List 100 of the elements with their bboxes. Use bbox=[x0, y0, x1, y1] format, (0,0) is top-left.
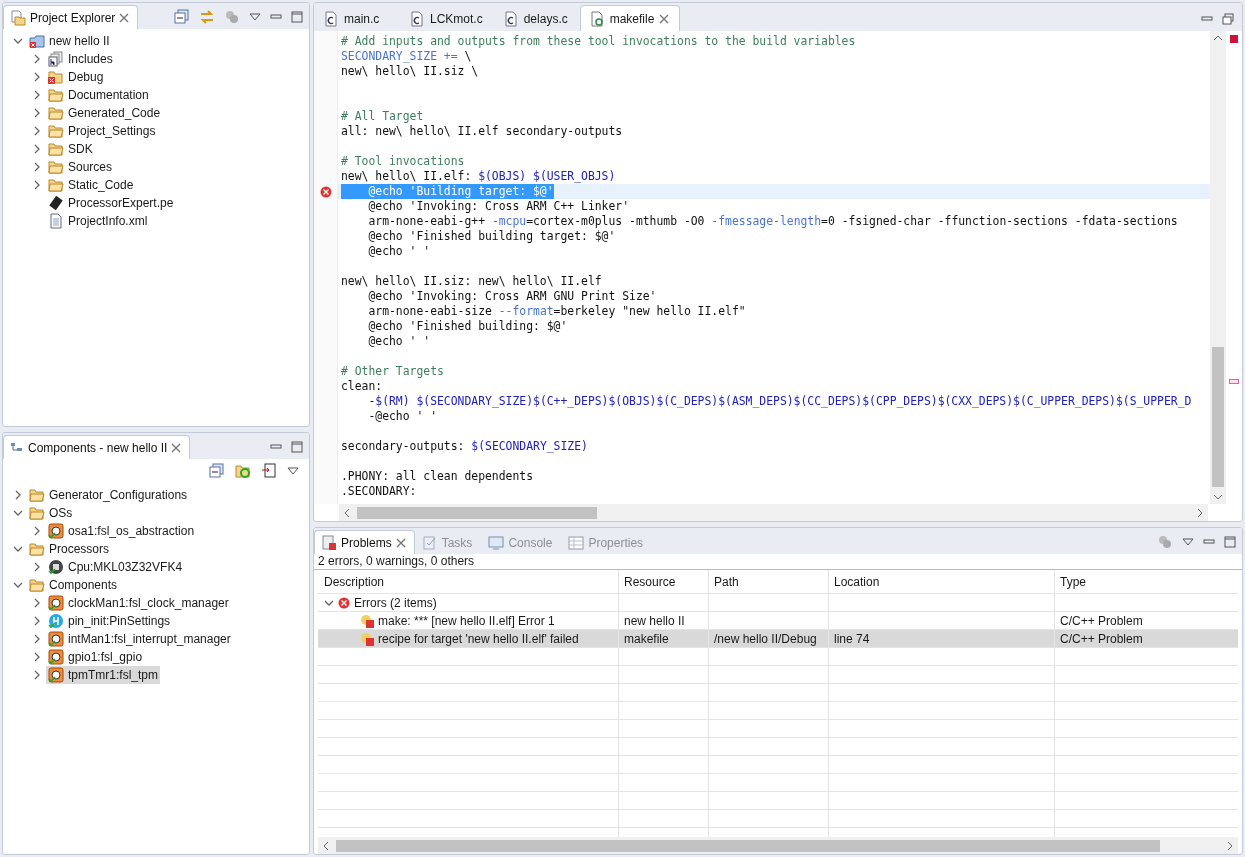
maximize-icon[interactable] bbox=[1224, 536, 1236, 548]
tree-item[interactable]: Processors bbox=[27, 540, 112, 558]
tree-item[interactable]: Project_Settings bbox=[46, 122, 158, 140]
column-header[interactable]: Location bbox=[828, 570, 1054, 594]
maximize-icon[interactable] bbox=[291, 441, 303, 453]
view-menu-icon[interactable] bbox=[287, 467, 299, 475]
expanded-chevron-icon[interactable] bbox=[13, 508, 23, 518]
collapsed-chevron-icon[interactable] bbox=[32, 144, 42, 154]
view-tab[interactable]: Problems bbox=[314, 530, 415, 554]
expanded-chevron-icon[interactable] bbox=[324, 598, 334, 608]
folder-icon bbox=[29, 541, 45, 557]
file-icon bbox=[502, 10, 519, 27]
file-icon bbox=[588, 10, 605, 27]
close-icon[interactable] bbox=[171, 442, 182, 453]
minimize-icon[interactable] bbox=[270, 442, 282, 452]
minimize-icon[interactable] bbox=[1201, 14, 1213, 24]
collapsed-chevron-icon[interactable] bbox=[32, 72, 42, 82]
refresh-folder-icon[interactable] bbox=[235, 463, 251, 479]
collapsed-chevron-icon[interactable] bbox=[32, 652, 42, 662]
close-icon[interactable] bbox=[659, 13, 670, 24]
column-header[interactable]: Resource bbox=[618, 570, 708, 594]
tree-item[interactable]: new hello II bbox=[27, 32, 112, 50]
tree-item[interactable]: Includes bbox=[46, 50, 115, 68]
column-header[interactable]: Path bbox=[708, 570, 828, 594]
problem-row[interactable]: make: *** [new hello II.elf] Error 1 new hello II C/C++ Problem bbox=[318, 612, 1238, 630]
code-line: @echo ' ' bbox=[367, 334, 431, 349]
tree-item[interactable]: Generator_Configurations bbox=[27, 486, 190, 504]
code-line: .SECONDARY: bbox=[341, 484, 417, 499]
collapsed-chevron-icon[interactable] bbox=[32, 90, 42, 100]
problem-row[interactable]: recipe for target 'new hello II.elf' failed makefile /new hello II/Debug line 74 C/C++ Problem bbox=[318, 630, 1238, 648]
occurrence-marker-icon bbox=[1229, 379, 1239, 384]
editor-tab[interactable]: LCKmot.c bbox=[400, 5, 494, 31]
column-header[interactable]: Type bbox=[1054, 570, 1238, 594]
collapsed-chevron-icon[interactable] bbox=[32, 180, 42, 190]
tree-item[interactable]: pin_init:PinSettings bbox=[46, 612, 173, 630]
code-line: .PHONY: all clean dependents bbox=[341, 469, 534, 484]
collapsed-chevron-icon[interactable] bbox=[32, 162, 42, 172]
column-header[interactable]: Description bbox=[318, 570, 618, 594]
tree-item[interactable]: Debug bbox=[46, 68, 106, 86]
collapsed-chevron-icon[interactable] bbox=[32, 634, 42, 644]
horizontal-scrollbar[interactable] bbox=[318, 837, 1238, 854]
view-menu-icon[interactable] bbox=[1182, 538, 1194, 546]
minimize-icon[interactable] bbox=[1203, 537, 1215, 547]
minimize-icon[interactable] bbox=[270, 12, 282, 22]
view-tab[interactable]: Project Explorer bbox=[3, 5, 139, 29]
tree-item[interactable]: Components bbox=[27, 576, 120, 594]
tree-item[interactable]: OSs bbox=[27, 504, 75, 522]
view-menu-icon[interactable] bbox=[249, 13, 261, 21]
tree-item[interactable]: SDK bbox=[46, 140, 95, 158]
tree-item[interactable]: Sources bbox=[46, 158, 115, 176]
collapsed-chevron-icon[interactable] bbox=[32, 562, 42, 572]
collapse-all-icon[interactable] bbox=[174, 9, 190, 25]
maximize-icon[interactable] bbox=[291, 11, 303, 23]
close-icon[interactable] bbox=[395, 537, 406, 548]
code-line: clean: bbox=[341, 379, 383, 394]
tree-item[interactable]: ProcessorExpert.pe bbox=[46, 194, 176, 212]
tree-item[interactable]: Documentation bbox=[46, 86, 151, 104]
editor-tab[interactable]: main.c bbox=[314, 5, 400, 31]
project-explorer-icon bbox=[10, 9, 26, 26]
code-line: arm-none-eabi-size --format=berkeley "new hello II.elf" bbox=[367, 304, 746, 319]
tree-item[interactable]: Cpu:MKL03Z32VFK4 bbox=[46, 558, 185, 576]
editor-tab[interactable]: delays.c bbox=[493, 5, 580, 31]
tree-item[interactable]: tpmTmr1:fsl_tpm bbox=[46, 666, 160, 684]
code-line: SECONDARY_SIZE += \ bbox=[341, 49, 472, 64]
code-line: @echo 'Finished building target: $@' bbox=[367, 229, 616, 244]
close-icon[interactable] bbox=[119, 12, 130, 23]
vertical-scrollbar[interactable] bbox=[1210, 31, 1226, 504]
tree-item[interactable]: Generated_Code bbox=[46, 104, 163, 122]
tree-item[interactable]: ProjectInfo.xml bbox=[46, 212, 150, 230]
expanded-chevron-icon[interactable] bbox=[13, 36, 23, 46]
code-line: secondary-outputs: $(SECONDARY_SIZE) bbox=[341, 439, 588, 454]
collapsed-chevron-icon[interactable] bbox=[32, 616, 42, 626]
editor-tab[interactable]: makefile bbox=[579, 5, 681, 31]
scrollbar-thumb[interactable] bbox=[1212, 347, 1224, 487]
code-line: new\ hello\ II.siz: new\ hello\ II.elf bbox=[341, 274, 602, 289]
restore-icon[interactable] bbox=[1222, 13, 1234, 25]
collapsed-chevron-icon[interactable] bbox=[13, 490, 23, 500]
project-icon bbox=[29, 33, 45, 49]
collapsed-chevron-icon[interactable] bbox=[32, 670, 42, 680]
collapsed-chevron-icon[interactable] bbox=[32, 598, 42, 608]
view-tab[interactable]: Components - new hello II bbox=[3, 435, 191, 459]
collapsed-chevron-icon[interactable] bbox=[32, 526, 42, 536]
tree-item[interactable]: osa1:fsl_os_abstraction bbox=[46, 522, 197, 540]
collapsed-chevron-icon[interactable] bbox=[32, 54, 42, 64]
horizontal-scrollbar[interactable] bbox=[339, 504, 1208, 521]
collapse-all-icon[interactable] bbox=[209, 463, 225, 479]
expanded-chevron-icon[interactable] bbox=[13, 544, 23, 554]
folder-icon bbox=[48, 105, 64, 121]
scrollbar-thumb[interactable] bbox=[357, 506, 597, 519]
expanded-chevron-icon[interactable] bbox=[13, 580, 23, 590]
tree-item[interactable]: intMan1:fsl_interrupt_manager bbox=[46, 630, 233, 648]
collapsed-chevron-icon[interactable] bbox=[32, 108, 42, 118]
collapsed-chevron-icon[interactable] bbox=[32, 126, 42, 136]
tree-item[interactable]: gpio1:fsl_gpio bbox=[46, 648, 145, 666]
tree-item[interactable]: clockMan1:fsl_clock_manager bbox=[46, 594, 231, 612]
code-line: @echo 'Finished building: $@' bbox=[367, 319, 568, 334]
group-label[interactable]: Errors (2 items) bbox=[354, 596, 437, 610]
scrollbar-thumb[interactable] bbox=[336, 839, 1160, 852]
tree-item[interactable]: Static_Code bbox=[46, 176, 136, 194]
folder-icon bbox=[29, 487, 45, 503]
